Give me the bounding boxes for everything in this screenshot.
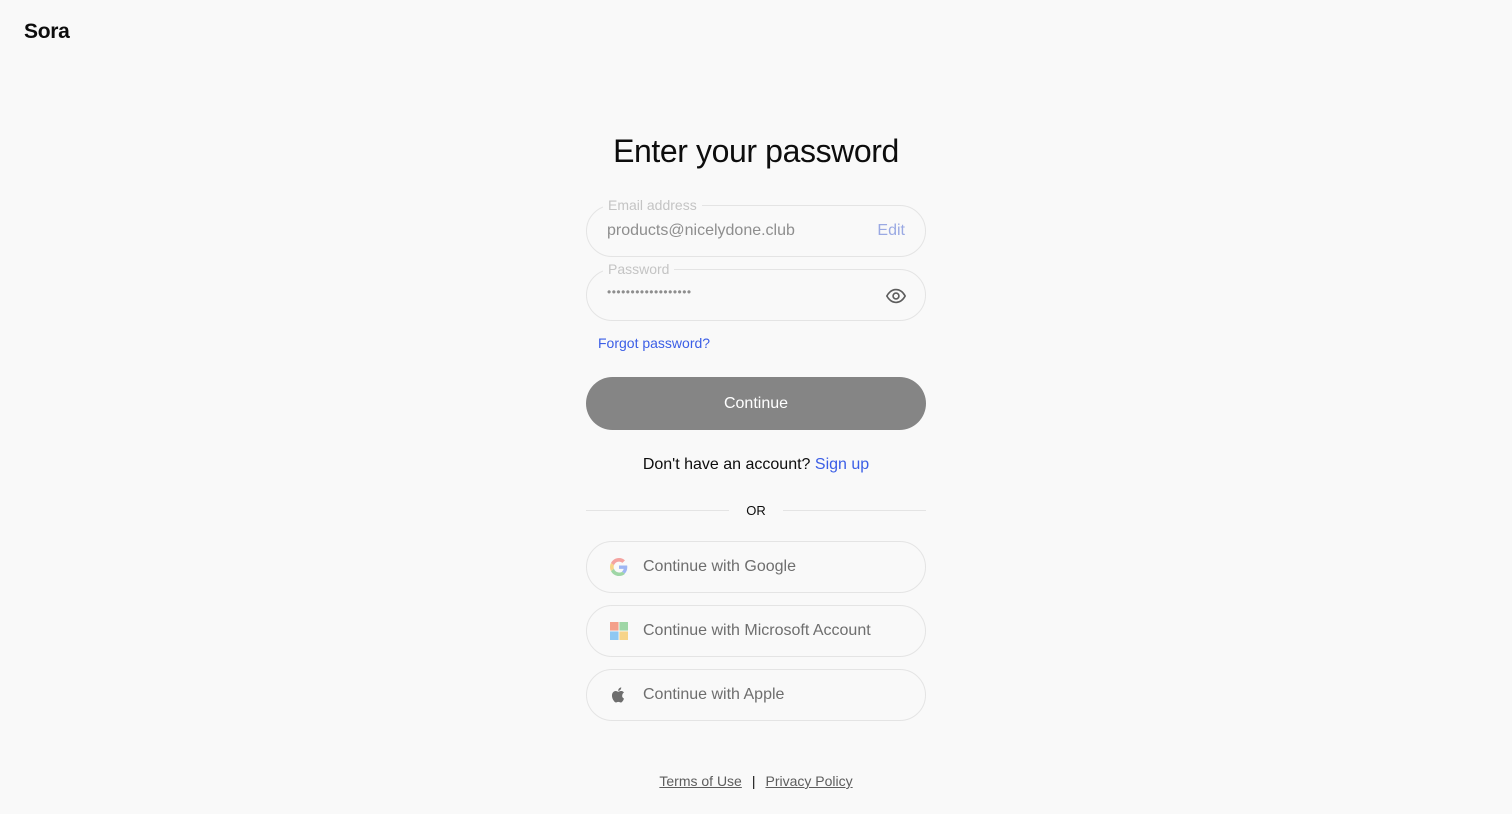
signup-row: Don't have an account? Sign up (586, 456, 926, 474)
login-card: Enter your password Email address produc… (586, 0, 926, 814)
page-title: Enter your password (613, 133, 899, 169)
google-button-label: Continue with Google (643, 558, 796, 575)
continue-button[interactable]: Continue (586, 377, 926, 430)
divider-label: OR (746, 502, 766, 518)
footer-separator: | (751, 773, 756, 789)
password-value[interactable]: •••••••••••••••••• (607, 285, 692, 299)
apple-button-label: Continue with Apple (643, 686, 785, 703)
divider-line-right (782, 509, 926, 511)
or-divider: OR (586, 500, 926, 520)
password-field-label: Password (603, 261, 675, 277)
forgot-password-link[interactable]: Forgot password? (598, 335, 710, 351)
signup-prompt: Don't have an account? (642, 456, 811, 473)
signup-link[interactable]: Sign up (815, 456, 869, 473)
eye-icon[interactable] (885, 285, 907, 307)
divider-line-left (586, 509, 730, 511)
edit-email-link[interactable]: Edit (877, 222, 905, 240)
google-icon (610, 558, 628, 576)
privacy-policy-link[interactable]: Privacy Policy (765, 773, 852, 789)
microsoft-button-label: Continue with Microsoft Account (643, 622, 871, 639)
continue-with-microsoft-button[interactable]: Continue with Microsoft Account (586, 605, 926, 657)
continue-with-apple-button[interactable]: Continue with Apple (586, 669, 926, 721)
email-field: Email address products@nicelydone.club E… (586, 197, 926, 257)
password-field[interactable]: Password •••••••••••••••••• (586, 261, 926, 321)
microsoft-icon (610, 622, 628, 640)
terms-of-use-link[interactable]: Terms of Use (659, 773, 741, 789)
apple-icon (611, 687, 625, 703)
email-field-label: Email address (603, 197, 702, 213)
continue-with-google-button[interactable]: Continue with Google (586, 541, 926, 593)
sora-logo[interactable]: Sora (24, 20, 70, 44)
footer-links: Terms of Use | Privacy Policy (586, 773, 926, 789)
email-value: products@nicelydone.club (607, 222, 795, 239)
